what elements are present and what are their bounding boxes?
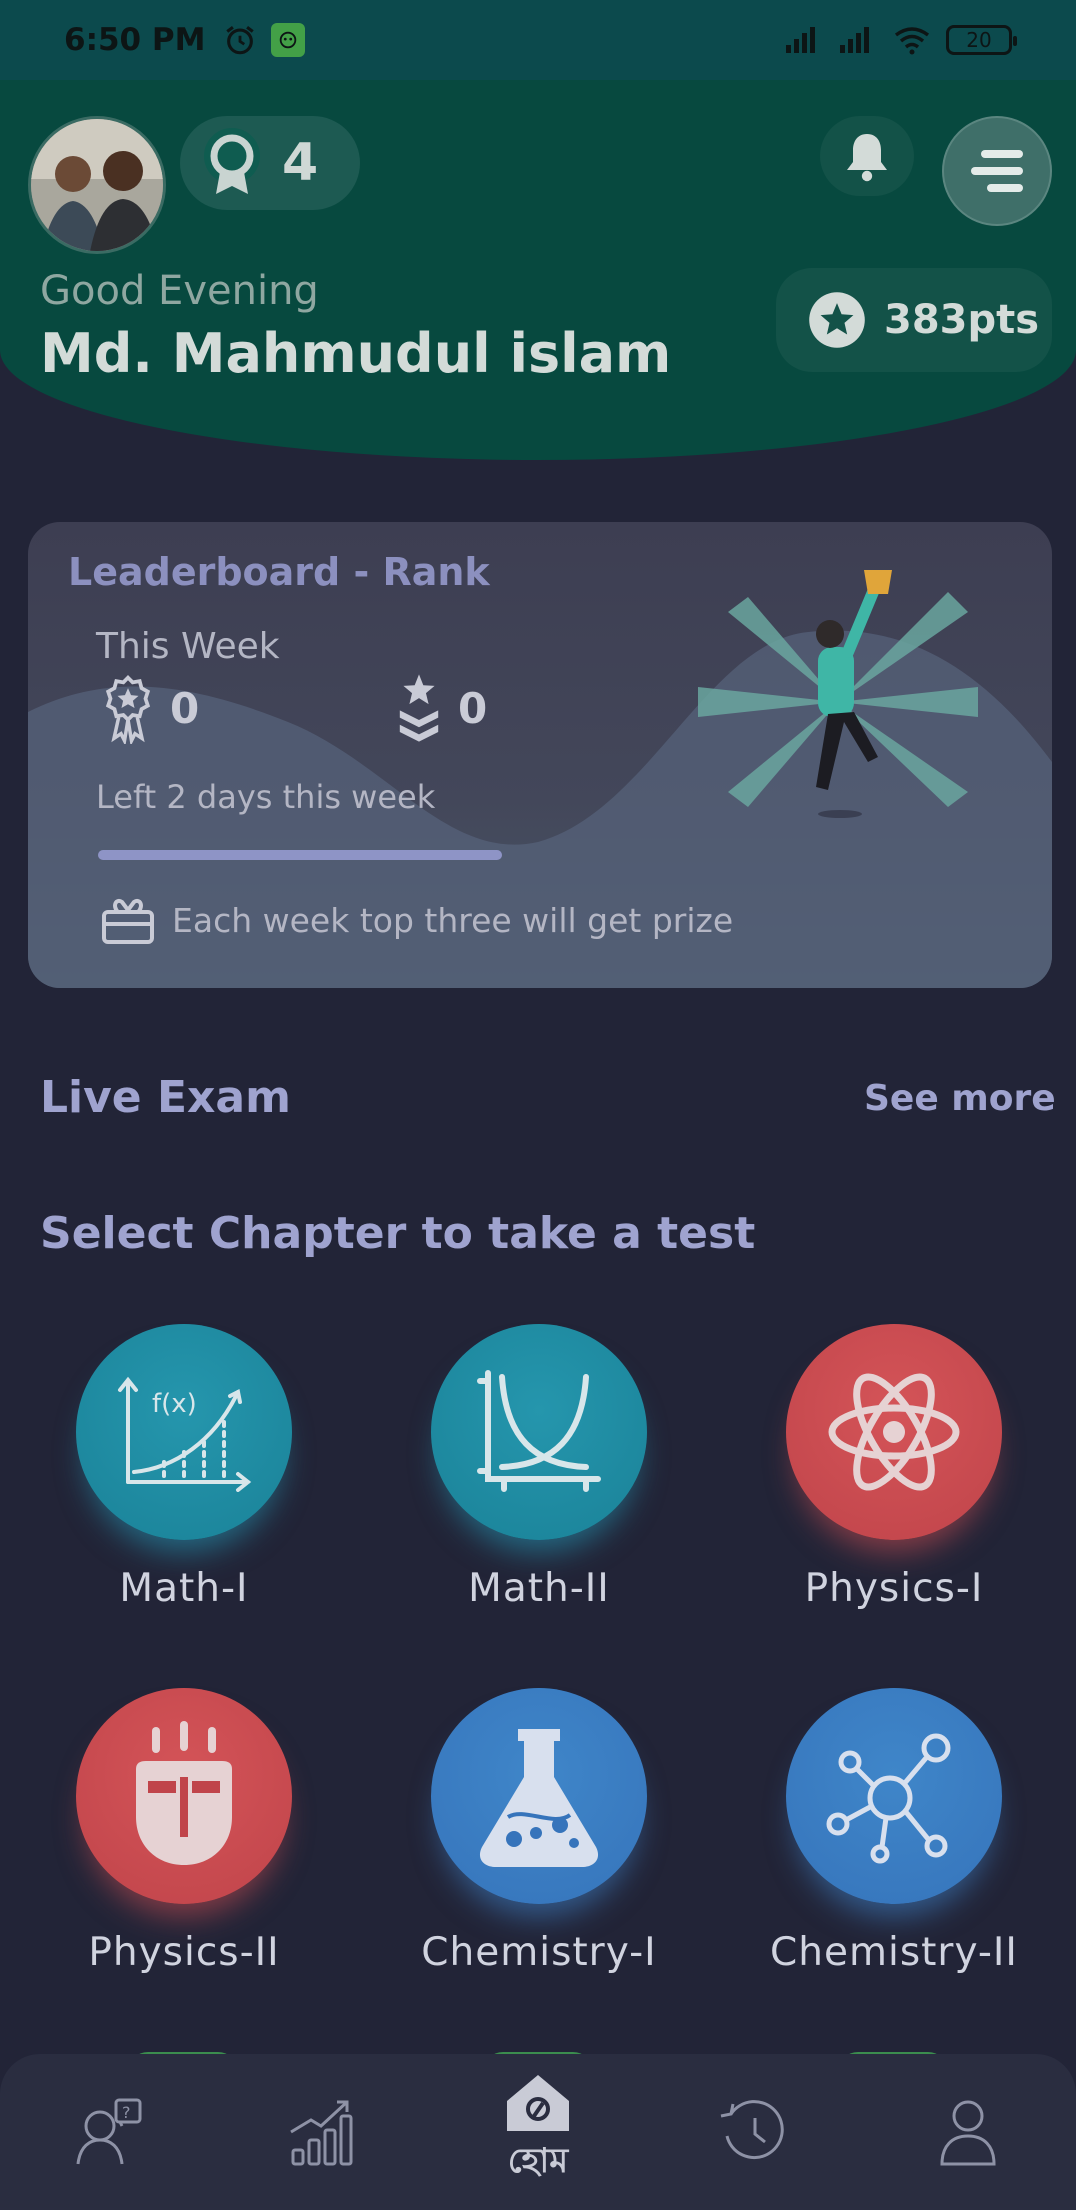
nav-home-label: হোম [507,2140,569,2181]
greeting-text: Good Evening [40,268,319,314]
star-rank-icon [399,674,439,742]
nav-qa[interactable]: ? [48,2072,168,2192]
avatar-photo-icon [31,119,163,251]
leaderboard-card[interactable]: Leaderboard - Rank This Week 0 0 Left 2 … [28,522,1052,988]
badge-count: 4 [282,133,319,193]
app-notification-icon [271,23,306,57]
see-more-link[interactable]: See more [864,1078,1056,1119]
profile-icon [940,2100,996,2166]
avatar[interactable] [28,116,166,254]
growth-chart-icon [290,2100,353,2166]
chapter-chemistry-2[interactable]: Chemistry-II [744,1688,1044,2018]
chapter-math-1[interactable]: f(x) Math-I [34,1324,334,1654]
chapter-icon-circle [76,1688,292,1904]
home-icon [506,2074,569,2131]
status-time: 6:50 PM [64,22,206,58]
star-icon [809,292,865,348]
bottom-navigation: ? হোম [0,2054,1076,2210]
chapter-physics-1[interactable]: Physics-I [744,1324,1044,1654]
star-value: 0 [458,683,488,733]
leaderboard-period: This Week [96,626,280,667]
battery-indicator: 20 [946,25,1017,55]
nav-history[interactable] [693,2072,813,2192]
points-value: 383pts [884,297,1040,343]
nav-profile[interactable] [908,2072,1028,2192]
signal-icon [786,27,815,53]
flask-icon [479,1729,599,1867]
chapter-label: Chemistry-II [770,1930,1018,1975]
alarm-icon [226,26,255,55]
signal-icon-2 [840,27,869,53]
svg-text:?: ? [122,2103,131,2122]
award-ribbon-icon [204,128,260,194]
chapter-label: Chemistry-I [421,1930,657,1975]
week-progress-fill [98,850,502,860]
bell-icon [847,134,887,182]
chapter-label: Math-I [119,1566,249,1611]
chapter-icon-circle [786,1324,1002,1540]
chapter-label: Physics-II [88,1930,280,1975]
prize-info: Each week top three will get prize [100,894,733,946]
notification-button[interactable] [820,116,914,196]
trophy-celebration-illustration [698,570,978,818]
molecule-icon [826,1733,951,1864]
week-progress-bar [98,850,502,860]
atom-icon [828,1373,960,1491]
medal-icon [105,675,151,744]
nav-progress[interactable] [263,2072,383,2192]
prize-text: Each week top three will get prize [172,900,734,940]
chapter-label: Math-II [468,1566,610,1611]
function-graph-icon: f(x) [118,1376,252,1492]
magnet-icon [136,1721,232,1865]
star-stat: 0 [394,672,487,744]
battery-level: 20 [966,28,992,52]
chapter-physics-2[interactable]: Physics-II [34,1688,334,2018]
question-person-icon: ? [76,2098,142,2165]
curve-graph-icon [477,1370,601,1492]
chapter-icon-circle [786,1688,1002,1904]
status-bar: 6:50 PM 20 [0,0,1076,80]
nav-home[interactable]: হোম [478,2072,598,2192]
live-exam-title: Live Exam [40,1072,291,1123]
svg-text:f(x): f(x) [152,1389,197,1419]
chapter-icon-circle [431,1324,647,1540]
menu-icon [971,150,1023,192]
chapter-icon-circle: f(x) [76,1324,292,1540]
wifi-icon [894,27,930,55]
chapter-chemistry-1[interactable]: Chemistry-I [389,1688,689,2018]
menu-button[interactable] [942,116,1052,226]
chapter-icon-circle [431,1688,647,1904]
gift-icon [102,899,154,944]
days-left-text: Left 2 days this week [96,778,436,816]
rank-stat: 0 [100,672,199,744]
username: Md. Mahmudul islam [40,322,672,385]
badge-counter[interactable]: 4 [180,116,360,210]
rank-value: 0 [170,683,200,733]
history-icon [720,2100,784,2160]
points-badge[interactable]: 383pts [776,268,1052,372]
leaderboard-title: Leaderboard - Rank [68,550,490,594]
chapter-math-2[interactable]: Math-II [389,1324,689,1654]
chapter-label: Physics-I [804,1566,984,1611]
chapter-section-title: Select Chapter to take a test [40,1208,756,1259]
